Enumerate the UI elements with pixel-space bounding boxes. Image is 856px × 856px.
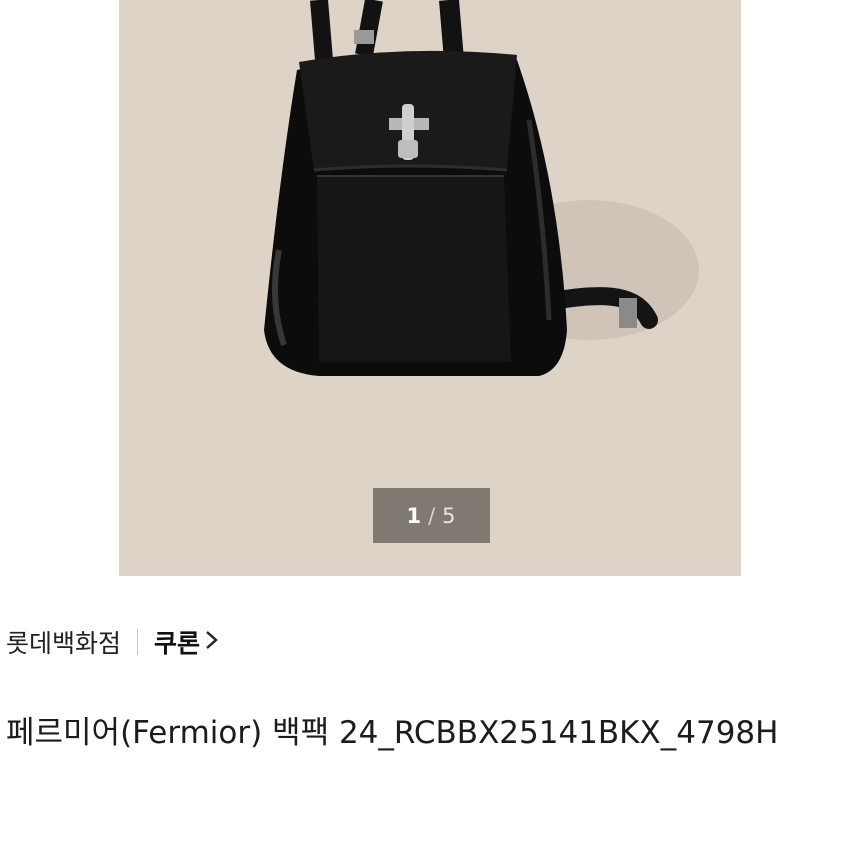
seller-breadcrumb: 롯데백화점 쿠론 (6, 622, 220, 662)
product-image-gallery[interactable]: 1 / 5 (0, 0, 856, 576)
breadcrumb-divider (137, 629, 139, 655)
store-name: 롯데백화점 (6, 629, 122, 658)
brand-link[interactable]: 쿠론 (154, 624, 200, 660)
price-text: ₩ (6, 848, 166, 855)
counter-separator: / (428, 503, 437, 528)
price-partial: ₩ (6, 848, 166, 856)
image-counter: 1 / 5 (373, 488, 490, 543)
counter-current: 1 (406, 503, 423, 528)
chevron-right-icon[interactable] (204, 628, 220, 657)
counter-total: 5 (442, 503, 457, 528)
product-title: 페르미어(Fermior) 백팩 24_RCBBX25141BKX_4798H (6, 715, 779, 751)
